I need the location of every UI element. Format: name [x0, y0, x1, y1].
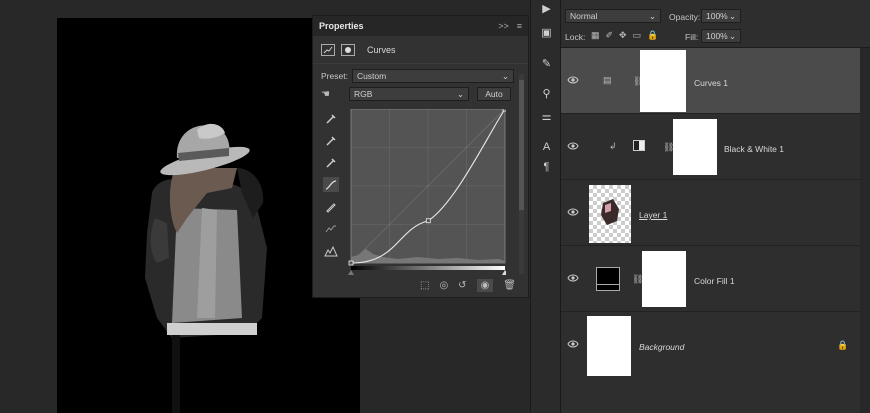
trash-icon[interactable]: 🗑 [503, 280, 516, 291]
eye-icon[interactable] [567, 340, 579, 348]
play-icon[interactable]: ▶ [538, 0, 555, 17]
preset-row: Preset: Custom ⌄ [321, 69, 514, 83]
curves-graph[interactable] [348, 106, 508, 275]
view-previous-state-icon[interactable]: ◎ [439, 280, 448, 291]
auto-label: Auto [485, 89, 503, 99]
layer-row-color-fill-1[interactable]: ⛓ Color Fill 1 [561, 246, 860, 312]
properties-panel: Properties >> ≡ Curves Preset: Custom ⌄ … [312, 15, 529, 298]
eye-icon[interactable] [567, 274, 579, 282]
layers-panel: Normal ⌄ Opacity: 100% ⌄ Lock: ▦✐✥▭🔒 Fil… [561, 0, 870, 413]
black-white-adjustment-icon [633, 140, 645, 151]
properties-scrollbar[interactable] [519, 74, 524, 274]
character-icon[interactable]: A [538, 138, 555, 155]
panel-icon-strip: ▶ ▣ ✎ ⚲ ⚌ A ¶ [530, 0, 561, 413]
layer-name[interactable]: Curves 1 [694, 78, 728, 88]
layer-mask-thumbnail[interactable] [673, 119, 717, 175]
smooth-curve-icon[interactable] [323, 221, 339, 236]
properties-footer: ⬚ ◎ ↺ ◉ 🗑 [313, 273, 528, 297]
layer-row-background[interactable]: Background 🔒 [561, 312, 860, 378]
properties-subheader: Curves [313, 36, 528, 64]
layer-thumbnail[interactable] [589, 185, 631, 243]
preset-value: Custom [356, 71, 387, 81]
layer-name[interactable]: Color Fill 1 [694, 276, 735, 286]
clone-source-icon[interactable]: ⚲ [538, 85, 555, 102]
layer-mask-thumbnail[interactable] [642, 251, 686, 307]
properties-header-controls: >> ≡ [498, 21, 522, 31]
panel-menu-icon[interactable]: ≡ [517, 21, 522, 31]
channel-dropdown[interactable]: RGB ⌄ [349, 87, 469, 101]
on-image-adjust-icon[interactable]: ☚ [321, 89, 341, 100]
clipping-warning-icon[interactable] [323, 243, 339, 258]
curves-adjustment-icon: ▤ [603, 75, 612, 85]
auto-button[interactable]: Auto [477, 87, 511, 101]
chevron-down-icon: ⌄ [501, 70, 509, 81]
opacity-label: Opacity: [669, 12, 701, 22]
chevron-down-icon: ⌄ [456, 88, 464, 99]
fill-value: 100% [706, 31, 728, 41]
curve-control-point[interactable] [348, 260, 354, 266]
3d-cube-icon[interactable]: ▣ [538, 24, 555, 41]
channel-row: ☚ RGB ⌄ Auto [321, 87, 511, 101]
curve-control-point[interactable] [502, 106, 508, 112]
gray-point-eyedropper-icon[interactable] [323, 133, 339, 148]
clipping-arrow-icon: ↲ [609, 141, 617, 151]
layers-controls: Normal ⌄ Opacity: 100% ⌄ Lock: ▦✐✥▭🔒 Fil… [561, 0, 870, 48]
eye-icon[interactable] [567, 142, 579, 150]
lock-icon: 🔒 [837, 340, 849, 350]
color-fill-thumbnail[interactable] [596, 267, 620, 291]
layer-row-black-white-1[interactable]: ↲ ⛓ Black & White 1 [561, 114, 860, 180]
layer-row-curves-1[interactable]: ▤ ⛓ Curves 1 [561, 48, 860, 114]
black-point-eyedropper-icon[interactable] [323, 111, 339, 126]
preset-dropdown[interactable]: Custom ⌄ [351, 69, 514, 83]
blend-mode-dropdown[interactable]: Normal ⌄ [565, 9, 661, 23]
opacity-value: 100% [706, 11, 728, 21]
layers-scrollbar[interactable] [860, 48, 870, 413]
layer-name[interactable]: Layer 1 [639, 210, 667, 220]
chevron-down-icon: ⌄ [728, 10, 736, 21]
paragraph-icon[interactable]: ¶ [538, 158, 555, 175]
opacity-field[interactable]: 100% ⌄ [701, 9, 741, 23]
layer-row-layer-1[interactable]: Layer 1 [561, 180, 860, 246]
visibility-toggle-icon[interactable]: ◉ [476, 278, 494, 292]
lock-options[interactable]: ▦✐✥▭🔒 [591, 30, 664, 41]
layer-name[interactable]: Black & White 1 [724, 144, 784, 154]
chevron-down-icon: ⌄ [728, 30, 736, 41]
layer-list: ▤ ⛓ Curves 1 ↲ ⛓ Black & White 1 Layer 1 [561, 48, 860, 378]
reset-icon[interactable]: ↺ [458, 280, 466, 291]
mask-icon[interactable] [341, 43, 355, 56]
layer-thumbnail[interactable] [587, 316, 631, 376]
fill-label: Fill: [685, 32, 699, 42]
fill-field[interactable]: 100% ⌄ [701, 29, 741, 43]
curves-title: Curves [367, 44, 396, 55]
lock-label: Lock: [565, 32, 586, 42]
layer-mask-thumbnail[interactable] [640, 50, 686, 112]
white-point-eyedropper-icon[interactable] [323, 155, 339, 170]
eye-icon[interactable] [567, 208, 579, 216]
preset-label: Preset: [321, 71, 348, 81]
adjustments-icon[interactable]: ⚌ [538, 108, 555, 125]
eye-icon[interactable] [567, 76, 579, 84]
blend-mode-value: Normal [570, 11, 598, 21]
properties-title: Properties [319, 21, 364, 31]
layer-name[interactable]: Background [639, 342, 684, 352]
curves-tool-column [321, 111, 341, 258]
curve-control-point[interactable] [425, 218, 431, 224]
brush-settings-icon[interactable]: ✎ [538, 55, 555, 72]
pencil-icon[interactable] [323, 199, 339, 214]
curve-point-tool-icon[interactable] [323, 177, 339, 192]
collapse-icon[interactable]: >> [498, 21, 509, 31]
channel-value: RGB [354, 89, 373, 99]
adjustment-layer-icon[interactable] [321, 43, 335, 56]
clip-to-layer-icon[interactable]: ⬚ [420, 280, 429, 291]
properties-header: Properties >> ≡ [313, 16, 528, 36]
chevron-down-icon: ⌄ [648, 10, 656, 21]
